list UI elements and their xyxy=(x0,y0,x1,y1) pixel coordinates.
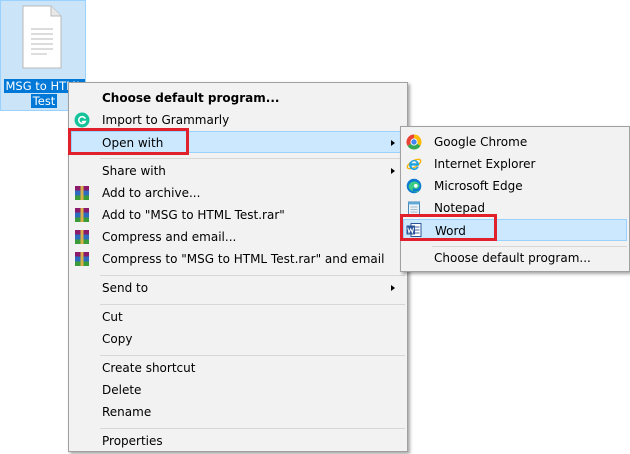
word-icon xyxy=(406,223,422,237)
menu-item-label: Delete xyxy=(102,383,142,397)
winrar-icon xyxy=(75,252,89,266)
submenu-arrow-icon xyxy=(391,285,395,291)
menu-separator xyxy=(100,158,405,159)
submenu-item-label: Choose default program... xyxy=(434,251,591,265)
menu-item-rename[interactable]: Rename xyxy=(71,401,405,423)
menu-item-delete[interactable]: Delete xyxy=(71,379,405,401)
file-name-line2: Test xyxy=(30,94,58,108)
context-menu: Choose default program... Import to Gram… xyxy=(68,82,408,452)
menu-item-add-to-rar[interactable]: Add to "MSG to HTML Test.rar" xyxy=(71,204,405,226)
submenu-item-microsoft-edge[interactable]: Microsoft Edge xyxy=(403,175,627,197)
menu-item-label: Create shortcut xyxy=(102,361,196,375)
menu-item-add-to-archive[interactable]: Add to archive... xyxy=(71,182,405,204)
document-file-icon xyxy=(22,5,62,69)
submenu-arrow-icon xyxy=(391,140,395,146)
menu-item-compress-and-email[interactable]: Compress and email... xyxy=(71,226,405,248)
submenu-item-label: Notepad xyxy=(434,201,485,215)
menu-item-label: Send to xyxy=(102,281,149,295)
menu-item-label: Rename xyxy=(102,405,152,419)
winrar-icon xyxy=(75,230,89,244)
menu-item-choose-default-program[interactable]: Choose default program... xyxy=(71,87,405,109)
submenu-item-internet-explorer[interactable]: Internet Explorer xyxy=(403,153,627,175)
submenu-item-label: Microsoft Edge xyxy=(434,179,523,193)
menu-item-label: Cut xyxy=(102,310,123,324)
menu-item-label: Properties xyxy=(102,434,163,448)
menu-item-label: Compress to "MSG to HTML Test.rar" and e… xyxy=(102,252,385,266)
submenu-item-word[interactable]: Word xyxy=(403,219,627,241)
open-with-submenu: Google Chrome Internet Explorer Microsof… xyxy=(400,126,630,272)
menu-item-compress-to-rar-and-email[interactable]: Compress to "MSG to HTML Test.rar" and e… xyxy=(71,248,405,270)
notepad-icon xyxy=(408,201,420,216)
menu-item-label: Import to Grammarly xyxy=(102,113,230,127)
menu-separator xyxy=(100,355,405,356)
menu-separator xyxy=(100,304,405,305)
submenu-item-notepad[interactable]: Notepad xyxy=(403,197,627,219)
submenu-arrow-icon xyxy=(391,168,395,174)
menu-item-label: Share with xyxy=(102,164,166,178)
menu-item-properties[interactable]: Properties xyxy=(71,430,405,452)
winrar-icon xyxy=(75,186,89,200)
menu-item-label: Choose default program... xyxy=(102,91,280,105)
menu-item-label: Copy xyxy=(102,332,133,346)
menu-item-import-to-grammarly[interactable]: Import to Grammarly xyxy=(71,109,405,131)
menu-item-share-with[interactable]: Share with xyxy=(71,160,405,182)
menu-item-cut[interactable]: Cut xyxy=(71,306,405,328)
submenu-item-label: Word xyxy=(435,224,466,238)
chrome-icon xyxy=(406,134,422,150)
menu-item-create-shortcut[interactable]: Create shortcut xyxy=(71,357,405,379)
submenu-item-label: Internet Explorer xyxy=(434,157,536,171)
menu-item-label: Compress and email... xyxy=(102,230,237,244)
winrar-icon xyxy=(75,208,89,222)
menu-item-label: Add to archive... xyxy=(102,186,201,200)
menu-separator xyxy=(100,428,405,429)
menu-separator xyxy=(100,275,405,276)
menu-item-send-to[interactable]: Send to xyxy=(71,277,405,299)
submenu-item-choose-default-program[interactable]: Choose default program... xyxy=(403,247,627,269)
menu-item-label: Open with xyxy=(102,136,164,150)
menu-item-open-with[interactable]: Open with xyxy=(71,131,405,153)
edge-icon xyxy=(406,178,422,194)
menu-item-label: Add to "MSG to HTML Test.rar" xyxy=(102,208,285,222)
internet-explorer-icon xyxy=(406,158,422,170)
grammarly-icon xyxy=(74,112,90,128)
menu-item-copy[interactable]: Copy xyxy=(71,328,405,350)
submenu-item-label: Google Chrome xyxy=(434,135,528,149)
submenu-item-google-chrome[interactable]: Google Chrome xyxy=(403,131,627,153)
